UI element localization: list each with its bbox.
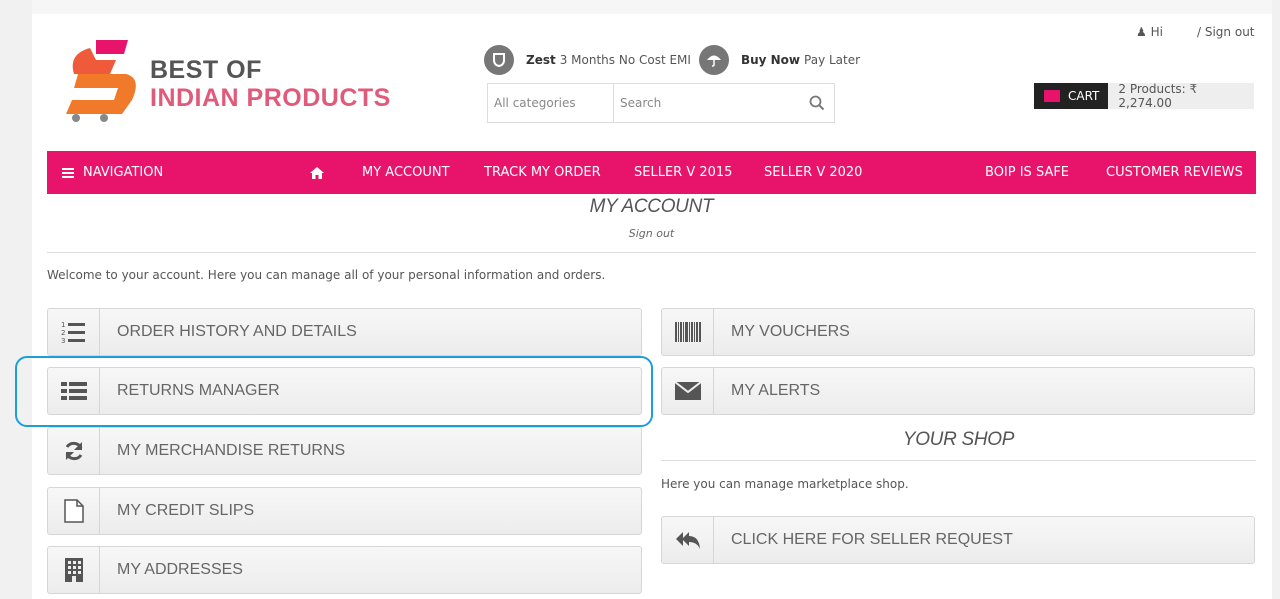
vouchers-button[interactable]: MY VOUCHERS [661, 308, 1255, 356]
barcode-icon [662, 309, 714, 355]
alerts-label: MY ALERTS [731, 382, 821, 399]
addresses-label: MY ADDRESSES [117, 561, 243, 578]
shop-text: Here you can manage marketplace shop. [661, 477, 909, 491]
order-history-label: ORDER HISTORY AND DETAILS [117, 323, 357, 340]
file-icon [48, 488, 100, 534]
cart-button[interactable]: CART [1034, 83, 1109, 109]
signout-link[interactable]: / Sign out [1197, 25, 1255, 39]
order-history-button[interactable]: 1 2 3 ORDER HISTORY AND DETAILS [47, 308, 642, 356]
emi-brand-buynow: Buy Now [740, 53, 801, 67]
nav-seller-v2015[interactable]: SELLER V 2015 [634, 151, 732, 194]
page: BEST OF INDIAN PRODUCTS Zest 3 Months No… [15, 0, 1272, 599]
nav-my-account[interactable]: MY ACCOUNT [362, 151, 450, 194]
user-icon: ♟ [1136, 25, 1147, 39]
envelope-icon [662, 368, 714, 414]
shop-title: YOUR SHOP [902, 429, 1015, 450]
svg-text:3: 3 [61, 337, 65, 344]
seller-request-button[interactable]: CLICK HERE FOR SELLER REQUEST [661, 516, 1255, 564]
emi-text-buynow: Pay Later [804, 53, 861, 67]
account-signout-link[interactable]: Sign out [47, 227, 1256, 240]
cart-summary[interactable]: 2 Products: ₹ 2,274.00 [1108, 82, 1255, 110]
alerts-button[interactable]: MY ALERTS [661, 367, 1255, 415]
nav-toggle[interactable]: NAVIGATION [62, 151, 163, 194]
main-navigation: NAVIGATION MY ACCOUNT TRACK MY ORDER SEL… [47, 151, 1256, 194]
divider [47, 252, 1256, 253]
svg-text:1: 1 [61, 321, 65, 329]
credit-slips-button[interactable]: MY CREDIT SLIPS [47, 487, 642, 535]
cart-icon [1044, 90, 1060, 102]
welcome-text: Welcome to your account. Here you can ma… [47, 268, 606, 282]
page-margin-right [1272, 0, 1280, 599]
menu-icon [62, 167, 74, 178]
nav-seller-v2020[interactable]: SELLER V 2020 [764, 151, 862, 194]
page-title: MY ACCOUNT [589, 196, 714, 217]
category-select[interactable]: All categories [488, 84, 614, 122]
building-icon [48, 547, 100, 593]
page-margin-left [0, 0, 32, 599]
nav-boip-is-safe[interactable]: BOIP IS SAFE [985, 151, 1069, 194]
logo-mark-icon [66, 40, 136, 122]
logo-line-1: BEST OF [150, 56, 262, 84]
home-icon[interactable] [310, 151, 324, 194]
emi-text-zest: 3 Months No Cost EMI [559, 53, 691, 67]
logo-line-2: INDIAN PRODUCTS [150, 84, 391, 112]
shield-icon [484, 45, 514, 75]
seller-request-label: CLICK HERE FOR SELLER REQUEST [731, 531, 1013, 548]
user-greeting[interactable]: ♟ Hi [1136, 25, 1163, 39]
refresh-icon [48, 428, 100, 474]
emi-promo: Zest 3 Months No Cost EMI Buy Now Pay La… [484, 44, 860, 76]
cart[interactable]: CART 2 Products: ₹ 2,274.00 [1034, 82, 1255, 110]
shop-divider [661, 460, 1256, 461]
merchandise-returns-label: MY MERCHANDISE RETURNS [117, 442, 346, 459]
credit-slips-label: MY CREDIT SLIPS [117, 502, 255, 519]
vouchers-label: MY VOUCHERS [731, 323, 850, 340]
emi-brand-zest: Zest [526, 53, 556, 67]
nav-customer-reviews[interactable]: CUSTOMER REVIEWS [1106, 151, 1243, 194]
ordered-list-icon: 1 2 3 [48, 309, 100, 355]
search-bar: All categories Search [487, 83, 835, 123]
reply-all-icon [662, 517, 714, 563]
search-input[interactable]: Search [614, 84, 800, 122]
top-strip [32, 0, 1272, 14]
addresses-button[interactable]: MY ADDRESSES [47, 546, 642, 594]
search-icon[interactable] [800, 84, 834, 122]
nav-track-my-order[interactable]: TRACK MY ORDER [484, 151, 601, 194]
site-logo[interactable]: BEST OF INDIAN PRODUCTS [56, 38, 406, 124]
umbrella-icon [698, 45, 729, 75]
merchandise-returns-button[interactable]: MY MERCHANDISE RETURNS [47, 427, 642, 475]
highlight-outline [15, 356, 653, 427]
svg-text:2: 2 [61, 329, 65, 337]
cart-label: CART [1068, 89, 1100, 103]
